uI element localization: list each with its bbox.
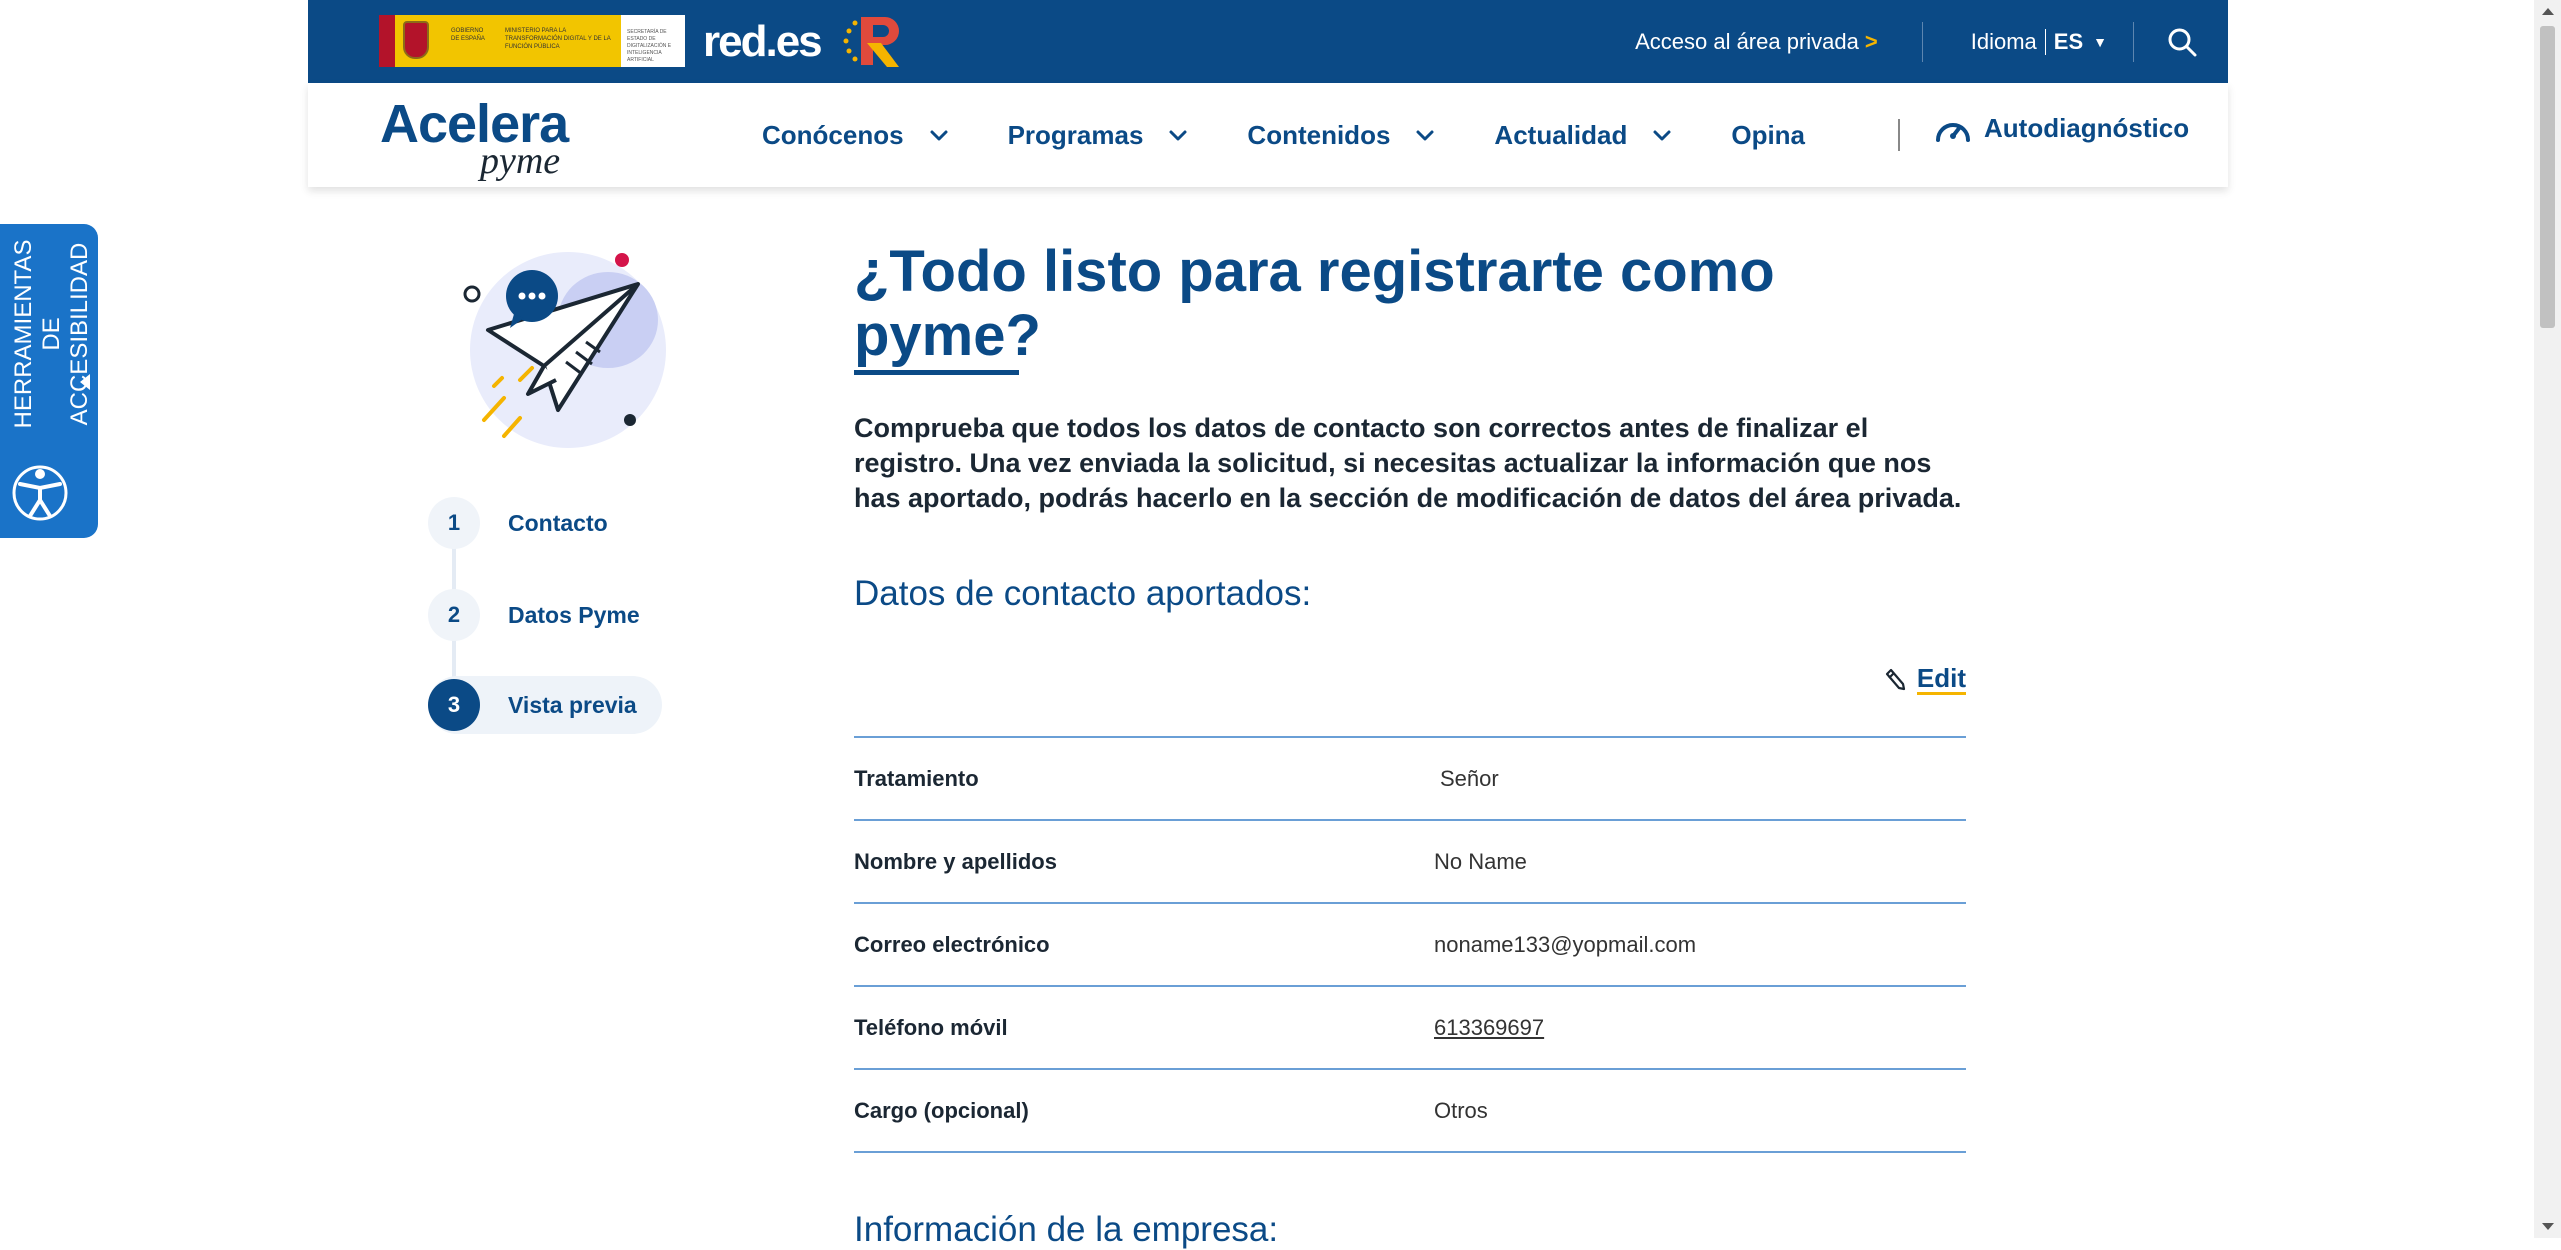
nav-item-label: Conócenos: [762, 119, 904, 150]
accessibility-tools-tab[interactable]: HERRAMIENTAS DE ACCESIBILIDAD: [0, 224, 98, 538]
divider: [1898, 119, 1900, 151]
table-row: Tratamiento Señor: [854, 738, 1966, 821]
language-label: Idioma: [1970, 28, 2037, 54]
chevron-down-icon: [1653, 130, 1671, 141]
government-logo: GOBIERNO DE ESPAÑA MINISTERIO PARA LA TR…: [379, 15, 685, 67]
contact-data-heading: Datos de contacto aportados:: [854, 574, 1312, 613]
caret-left-icon: [80, 374, 90, 390]
divider: [2044, 28, 2046, 55]
recovery-plan-logo-icon: [843, 17, 899, 67]
row-value: Otros: [1434, 1097, 1488, 1123]
table-row: Correo electrónico noname133@yopmail.com: [854, 904, 1966, 987]
top-bar: GOBIERNO DE ESPAÑA MINISTERIO PARA LA TR…: [308, 0, 2228, 83]
scroll-up-icon[interactable]: [2542, 8, 2554, 15]
nav-item-label: Programas: [1007, 119, 1144, 150]
main-navigation: Acelera pyme Conócenos Programas Conteni…: [308, 83, 2228, 187]
gov-text-1: GOBIERNO DE ESPAÑA: [451, 28, 485, 42]
chevron-right-icon: >: [1864, 28, 1878, 54]
scrollbar-thumb[interactable]: [2540, 26, 2555, 328]
language-selector[interactable]: Idioma ES ▼: [1970, 28, 2107, 55]
contact-data-table: Tratamiento Señor Nombre y apellidos No …: [854, 736, 1966, 1153]
step-number: 1: [428, 497, 480, 549]
eu-flag-stripe: [379, 15, 395, 67]
gov-spain-banner: GOBIERNO DE ESPAÑA MINISTERIO PARA LA TR…: [395, 15, 621, 67]
caret-down-icon: ▼: [2093, 33, 2107, 50]
search-icon: [2168, 28, 2197, 56]
step-contacto[interactable]: 1 Contacto: [428, 494, 608, 552]
nav-item-actualidad[interactable]: Actualidad: [1494, 120, 1673, 151]
divider: [1921, 21, 1923, 62]
institutional-logos[interactable]: GOBIERNO DE ESPAÑA MINISTERIO PARA LA TR…: [379, 13, 993, 69]
row-key: Correo electrónico: [854, 931, 1050, 957]
row-key: Cargo (opcional): [854, 1097, 1029, 1123]
table-row: Nombre y apellidos No Name: [854, 821, 1966, 904]
acelera-pyme-logo[interactable]: Acelera pyme: [380, 97, 569, 182]
redes-logo[interactable]: red.es: [703, 17, 823, 67]
pencil-icon: [1885, 668, 1905, 690]
speedometer-icon: [1936, 122, 1970, 142]
row-key: Nombre y apellidos: [854, 848, 1057, 874]
chevron-down-icon: [930, 130, 948, 141]
nav-item-opina[interactable]: Opina: [1731, 120, 1805, 151]
row-key: Teléfono móvil: [854, 1014, 1008, 1040]
gov-text-3: SECRETARÍA DE ESTADO DE DIGITALIZACIÓN E…: [627, 29, 672, 63]
paper-plane-illustration-icon: [463, 252, 666, 448]
table-row: Cargo (opcional) Otros: [854, 1070, 1966, 1153]
step-label: Datos Pyme: [508, 601, 640, 628]
brand-sub: pyme: [480, 140, 561, 182]
step-label: Vista previa: [508, 691, 637, 718]
edit-label: Edit: [1916, 663, 1966, 695]
chevron-down-icon: [1416, 130, 1434, 141]
edit-button[interactable]: Edit: [1883, 664, 1966, 695]
nav-item-label: Contenidos: [1247, 119, 1391, 150]
company-info-heading: Información de la empresa:: [854, 1210, 1279, 1249]
row-value: No Name: [1434, 848, 1527, 874]
language-code: ES: [2053, 28, 2084, 54]
intro-text: Comprueba que todos los datos de contact…: [854, 413, 1962, 513]
nav-item-label: Actualidad: [1494, 119, 1628, 150]
nav-item-contenidos[interactable]: Contenidos: [1247, 120, 1436, 151]
main-content: ¿Todo listo para registrarte como pyme? …: [854, 239, 1966, 1249]
row-value: noname133@yopmail.com: [1434, 931, 1697, 957]
scroll-down-icon[interactable]: [2542, 1223, 2554, 1230]
nav-item-programas[interactable]: Programas: [1008, 120, 1190, 151]
gov-text-2: MINISTERIO PARA LA TRANSFORMACIÓN DIGITA…: [505, 28, 611, 50]
private-area-label: Acceso al área privada: [1635, 28, 1859, 54]
divider: [2133, 21, 2134, 62]
private-area-link[interactable]: Acceso al área privada >: [1635, 29, 1878, 55]
coat-of-arms-icon: [403, 21, 429, 59]
step-label: Contacto: [508, 509, 608, 536]
accessibility-icon: [12, 465, 68, 521]
step-vista-previa[interactable]: 3 Vista previa: [428, 676, 662, 734]
autodiagnostico-link[interactable]: Autodiagnóstico: [1934, 113, 2189, 144]
phone-link[interactable]: 613369697: [1434, 1015, 1544, 1041]
title-underline: [854, 370, 1019, 375]
page-scrollbar[interactable]: [2534, 0, 2561, 1238]
search-button[interactable]: [2162, 22, 2202, 62]
nav-item-conocenos[interactable]: Conócenos: [762, 120, 950, 151]
nav-item-label: Opina: [1731, 119, 1806, 150]
page-title: ¿Todo listo para registrarte como pyme?: [854, 239, 1775, 368]
chevron-down-icon: [1169, 130, 1187, 141]
step-datos-pyme[interactable]: 2 Datos Pyme: [428, 586, 640, 644]
step-number: 3: [428, 679, 480, 731]
row-value: Señor: [1440, 765, 1499, 791]
autodiagnostico-label: Autodiagnóstico: [1984, 113, 2190, 143]
row-key: Tratamiento: [854, 765, 979, 791]
accessibility-label: HERRAMIENTAS DE ACCESIBILIDAD: [10, 239, 93, 429]
step-number: 2: [428, 589, 480, 641]
table-row: Teléfono móvil 613369697: [854, 987, 1966, 1070]
